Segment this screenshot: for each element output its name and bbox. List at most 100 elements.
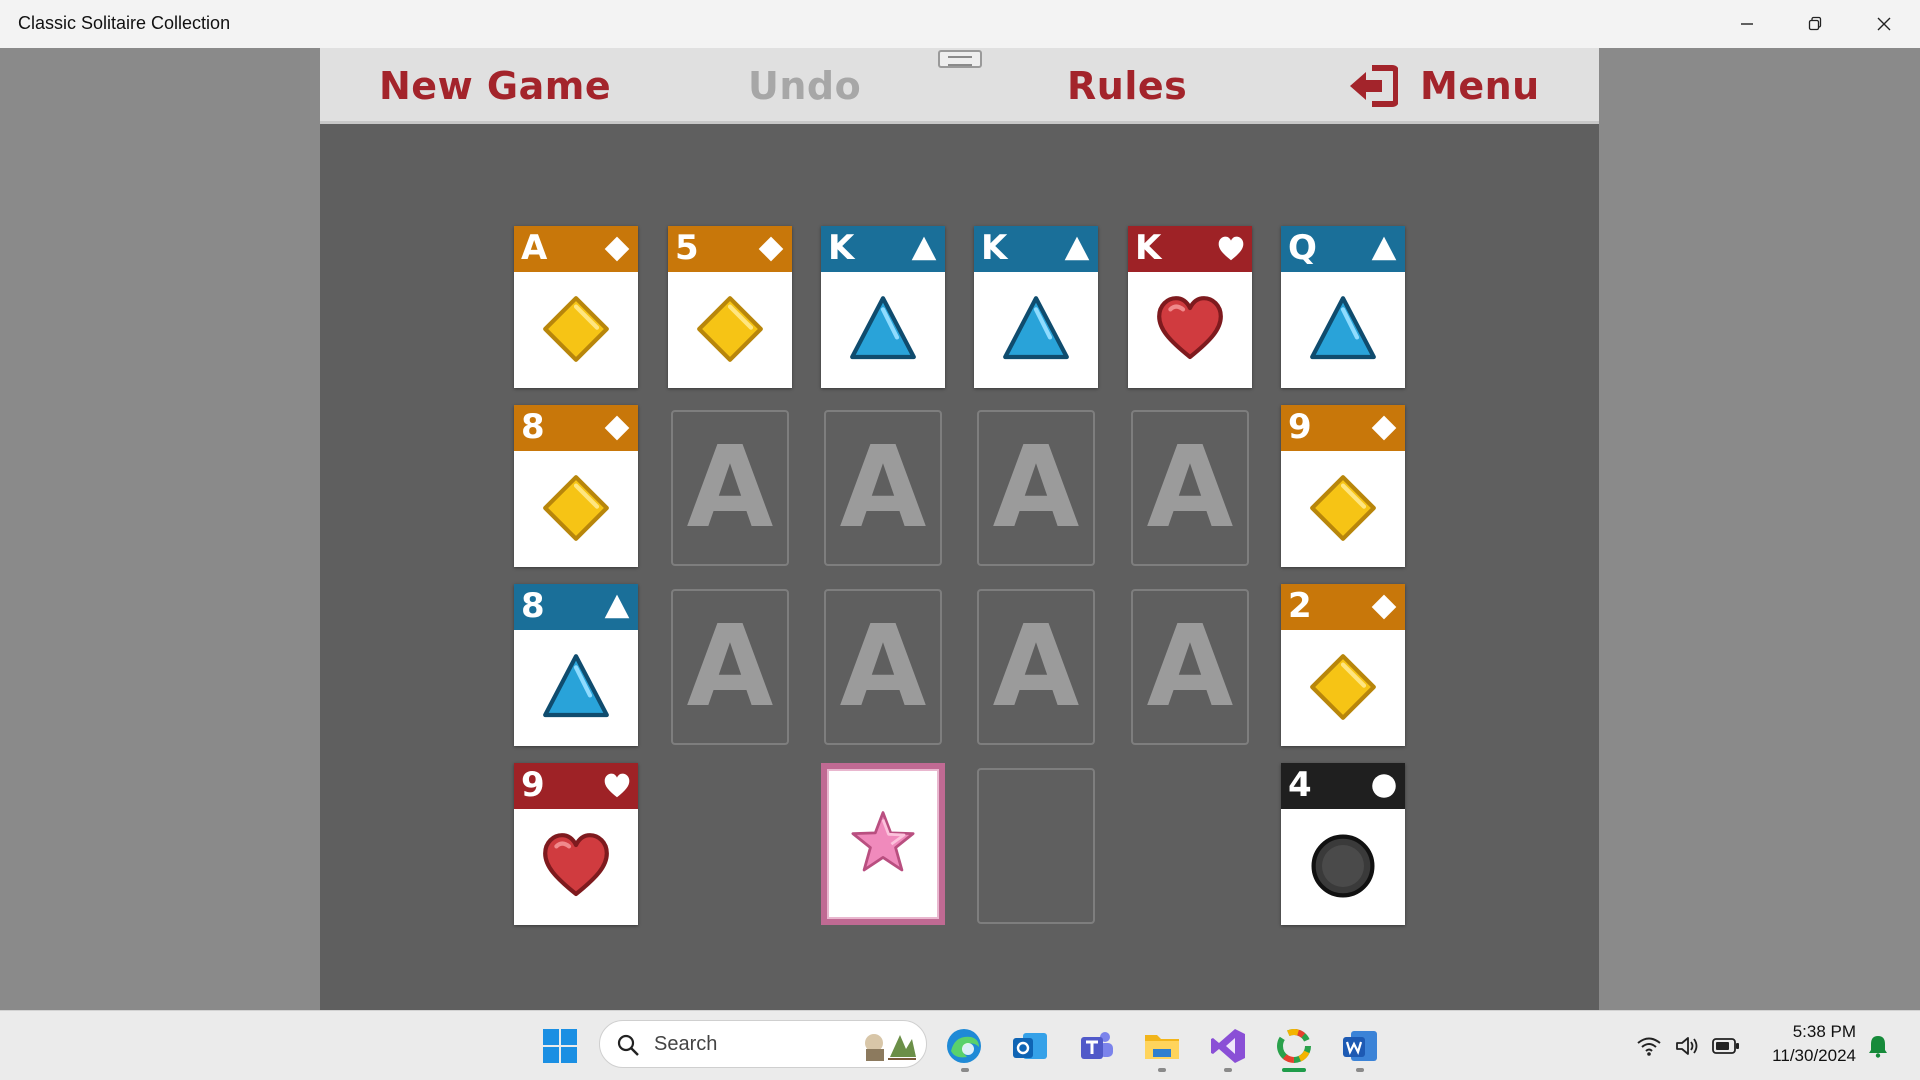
wifi-button[interactable] (1632, 1026, 1666, 1066)
diamond-icon (543, 296, 609, 362)
heart-icon (1218, 236, 1244, 261)
triangle-icon (911, 236, 937, 261)
foundation-placeholder: A (992, 602, 1080, 732)
new-game-button[interactable]: New Game (379, 62, 611, 110)
card-9-heart[interactable]: 9 (514, 763, 638, 925)
taskbar-search[interactable]: Search (599, 1020, 927, 1068)
restore-button[interactable] (1781, 0, 1849, 48)
card-8-spade[interactable]: 8 (514, 584, 638, 746)
notifications-button[interactable] (1862, 1026, 1894, 1066)
waste-slot[interactable] (977, 768, 1095, 924)
right-margin (1599, 48, 1920, 1010)
heart-icon (604, 773, 630, 798)
volume-icon (1676, 1037, 1698, 1055)
foundation-slot[interactable]: A (1131, 589, 1249, 745)
active-indicator (1282, 1068, 1306, 1072)
taskbar-clock[interactable]: 5:38 PM 11/30/2024 (1752, 1020, 1856, 1068)
triangle-icon (543, 654, 609, 718)
battery-button[interactable] (1708, 1026, 1744, 1066)
card-k-heart[interactable]: K (1128, 226, 1252, 388)
heart-icon (543, 833, 609, 897)
rules-button[interactable]: Rules (1067, 62, 1187, 110)
foundation-placeholder: A (686, 423, 774, 553)
left-margin (0, 48, 320, 1010)
card-2-diamond[interactable]: 2 (1281, 584, 1405, 746)
circle-icon (1311, 834, 1375, 898)
card-rank: K (1135, 228, 1162, 268)
restore-icon (1808, 16, 1822, 31)
triangle-icon (1371, 236, 1397, 261)
outlook-icon (1013, 1033, 1047, 1059)
card-5-diamond[interactable]: 5 (668, 226, 792, 388)
taskbar-app-outlook[interactable] (1010, 1026, 1050, 1066)
teams-icon (1081, 1032, 1113, 1059)
minimize-icon (1741, 23, 1753, 25)
volume-button[interactable] (1670, 1026, 1704, 1066)
window-title: Classic Solitaire Collection (18, 13, 231, 33)
card-a-diamond[interactable]: A (514, 226, 638, 388)
windows-start-icon (543, 1029, 577, 1063)
card-9-diamond[interactable]: 9 (1281, 405, 1405, 567)
drag-handle[interactable] (938, 50, 982, 68)
diamond-icon (1371, 415, 1397, 441)
undo-button[interactable]: Undo (748, 62, 861, 110)
star-icon (851, 811, 915, 872)
taskbar-app-teams[interactable] (1076, 1026, 1116, 1066)
card-rank: A (521, 228, 548, 268)
running-indicator (1158, 1068, 1166, 1072)
running-indicator (1224, 1068, 1232, 1072)
card-q-spade[interactable]: Q (1281, 226, 1405, 388)
search-placeholder: Search (654, 1033, 718, 1055)
foundation-placeholder: A (839, 602, 927, 732)
taskbar-app-visual-studio[interactable] (1208, 1026, 1248, 1066)
triangle-icon (604, 594, 630, 619)
exit-arrow-icon (1350, 65, 1398, 107)
foundation-slot[interactable]: A (977, 589, 1095, 745)
triangle-icon (1310, 296, 1376, 360)
close-icon (1877, 17, 1891, 31)
foundation-slot[interactable]: A (1131, 410, 1249, 566)
card-k-spade[interactable]: K (974, 226, 1098, 388)
menu-button[interactable]: Menu (1348, 62, 1540, 110)
running-indicator (961, 1068, 969, 1072)
clock-date: 11/30/2024 (1772, 1046, 1856, 1065)
diamond-icon (1371, 594, 1397, 620)
file-explorer-icon (1145, 1035, 1179, 1059)
taskbar-app-file-explorer[interactable] (1142, 1026, 1182, 1066)
menu-label: Menu (1420, 64, 1540, 108)
card-rank: 5 (675, 228, 699, 268)
foundation-slot[interactable]: A (977, 410, 1095, 566)
game-menu-bar: New Game Undo Rules Menu (320, 48, 1599, 124)
foundation-slot[interactable]: A (824, 589, 942, 745)
close-button[interactable] (1850, 0, 1918, 48)
diamond-icon (1310, 654, 1376, 720)
card-4-club[interactable]: 4 (1281, 763, 1405, 925)
windows-start-button[interactable] (540, 1026, 580, 1066)
taskbar-app-word[interactable] (1340, 1026, 1380, 1066)
foundation-placeholder: A (1146, 602, 1234, 732)
diamond-icon (758, 236, 784, 262)
running-indicator (1356, 1068, 1364, 1072)
foundation-placeholder: A (686, 602, 774, 732)
diamond-icon (1310, 475, 1376, 541)
foundation-slot[interactable]: A (671, 410, 789, 566)
card-rank: K (981, 228, 1008, 268)
stock-pile[interactable] (821, 763, 945, 925)
foundation-slot[interactable]: A (824, 410, 942, 566)
card-rank: 2 (1288, 586, 1312, 626)
diamond-icon (604, 415, 630, 441)
card-rank: Q (1288, 228, 1317, 268)
card-rank: 8 (521, 586, 545, 626)
card-k-spade[interactable]: K (821, 226, 945, 388)
triangle-icon (1064, 236, 1090, 261)
solitaire-app-icon (1277, 1029, 1311, 1063)
foundation-slot[interactable]: A (671, 589, 789, 745)
card-8-diamond[interactable]: 8 (514, 405, 638, 567)
taskbar-app-edge[interactable] (944, 1026, 984, 1066)
minimize-button[interactable] (1713, 0, 1781, 48)
taskbar-app-solitaire[interactable] (1274, 1026, 1314, 1066)
notification-bell-icon (1869, 1036, 1887, 1058)
foundation-placeholder: A (839, 423, 927, 553)
clock-time: 5:38 PM (1792, 1022, 1856, 1041)
visual-studio-icon (1211, 1029, 1245, 1063)
